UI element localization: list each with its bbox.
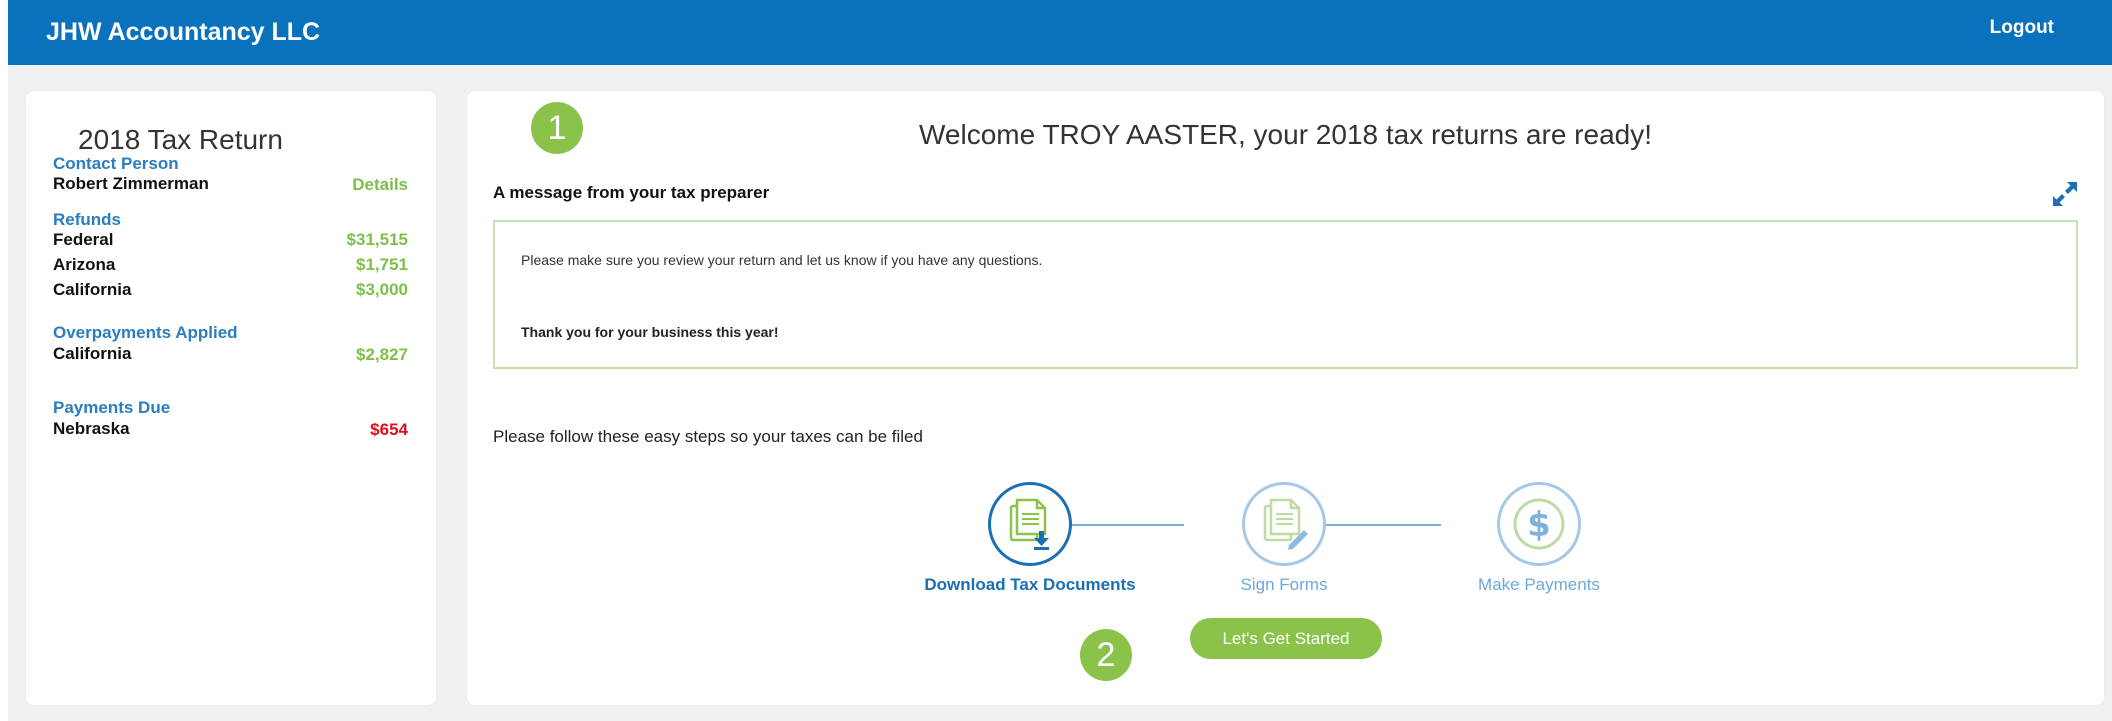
welcome-heading: Welcome TROY AASTER, your 2018 tax retur…	[467, 119, 2104, 151]
lets-get-started-button[interactable]: Let's Get Started	[1190, 618, 1382, 659]
step-sign-forms[interactable]	[1242, 482, 1326, 566]
message-title: A message from your tax preparer	[493, 183, 770, 202]
refund-value-federal: $31,515	[346, 230, 408, 249]
payment-due-value-nebraska: $654	[370, 420, 408, 439]
panel-title: 2018 Tax Return	[78, 124, 283, 155]
refund-value-california: $3,000	[356, 280, 408, 299]
download-document-icon	[1009, 498, 1049, 550]
payments-due-heading: Payments Due	[53, 398, 171, 417]
payment-due-label-nebraska: Nebraska	[53, 419, 130, 438]
details-link[interactable]: Details	[352, 175, 408, 195]
contact-person-name: Robert Zimmerman	[53, 174, 209, 193]
contact-person-heading: Contact Person	[53, 154, 179, 173]
refund-value-arizona: $1,751	[356, 255, 408, 274]
message-body: Please make sure you review your return …	[521, 252, 1043, 268]
top-bar: JHW Accountancy LLC Logout	[8, 0, 2112, 65]
brand-title: JHW Accountancy LLC	[46, 18, 321, 46]
step-label-download[interactable]: Download Tax Documents	[900, 575, 1160, 595]
refunds-heading: Refunds	[53, 210, 121, 229]
step-label-payments[interactable]: Make Payments	[1409, 575, 1669, 595]
refund-label-arizona: Arizona	[53, 255, 116, 274]
preparer-message-box: Please make sure you review your return …	[493, 220, 2078, 369]
svg-text:$: $	[1527, 505, 1551, 545]
dollar-icon: $	[1513, 498, 1565, 550]
main-panel: 1 Welcome TROY AASTER, your 2018 tax ret…	[467, 91, 2104, 705]
step-label-sign[interactable]: Sign Forms	[1154, 575, 1414, 595]
sign-document-icon	[1263, 498, 1308, 550]
step-badge-2: 2	[1080, 629, 1132, 681]
overpayment-value-california: $2,827	[356, 345, 408, 364]
welcome-text: Welcome TROY AASTER, your 2018 tax retur…	[919, 119, 1652, 150]
overpayments-heading: Overpayments Applied	[53, 323, 238, 342]
overpayment-label-california: California	[53, 344, 132, 363]
step-make-payments[interactable]: $	[1497, 482, 1581, 566]
logout-link[interactable]: Logout	[1990, 17, 2054, 39]
window-edge	[0, 0, 8, 721]
step-download-tax-documents[interactable]	[988, 482, 1072, 566]
refund-label-federal: Federal	[53, 230, 114, 249]
refund-label-california: California	[53, 280, 132, 299]
message-closing: Thank you for your business this year!	[521, 324, 779, 340]
steps-intro: Please follow these easy steps so your t…	[493, 427, 923, 446]
tax-return-summary-panel: 2018 Tax Return Contact Person Robert Zi…	[26, 91, 436, 705]
expand-icon[interactable]	[2050, 179, 2080, 209]
